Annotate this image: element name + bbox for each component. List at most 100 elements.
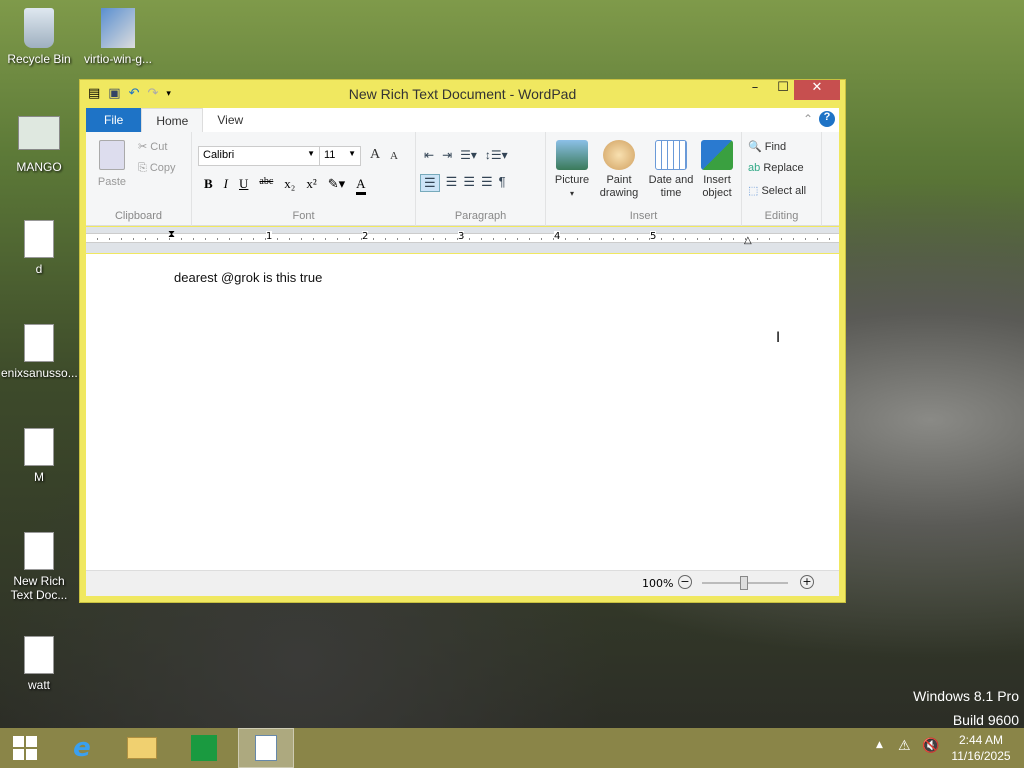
font-group: Calibri ▼ 11 ▼ A A B I U abc x₂ x² ✎▾ A Fo… (192, 132, 416, 226)
font-group-label: Font (292, 210, 315, 222)
taskbar-file-explorer[interactable] (114, 728, 170, 768)
font-family-select[interactable]: Calibri ▼ (198, 146, 320, 166)
align-right-icon[interactable]: ☰ (463, 174, 475, 192)
align-center-icon[interactable]: ☰ (446, 174, 458, 192)
zoom-level: 100% (642, 577, 674, 590)
zoom-slider[interactable] (702, 576, 788, 590)
windows-watermark: Windows 8.1 Pro Build 9600 (913, 688, 1019, 728)
document-icon (24, 428, 54, 466)
taskbar-internet-explorer[interactable]: e (54, 728, 110, 768)
select-all-icon: ⬚ (748, 185, 759, 197)
document-icon (24, 220, 54, 258)
collapse-ribbon-icon[interactable]: ⌃ (803, 112, 813, 126)
object-icon (701, 140, 733, 170)
italic-button[interactable]: I (224, 176, 228, 195)
ruler-mark: 1 (266, 231, 273, 242)
taskbar: e ▲ ⚠ 🔇 2:44 AM 11/16/2025 (0, 728, 1024, 768)
insert-object-button[interactable]: Insert object (694, 140, 740, 200)
strikethrough-button[interactable]: abc (259, 176, 273, 195)
taskbar-store[interactable] (176, 728, 232, 768)
taskbar-wordpad[interactable] (238, 728, 294, 768)
text-color-button[interactable]: A (356, 176, 366, 195)
zoom-slider-thumb[interactable] (740, 576, 748, 590)
desktop-icon-new-rich-text[interactable]: New Rich Text Doc... (1, 532, 77, 602)
highlight-icon[interactable]: ✎▾ (328, 176, 345, 195)
desktop-icon-watt[interactable]: watt (1, 636, 77, 692)
line-spacing-icon[interactable]: ↕☰▾ (485, 148, 508, 162)
zoom-in-button[interactable]: + (800, 575, 814, 589)
document-text[interactable]: dearest @grok is this true (174, 270, 322, 285)
desktop-icon-recycle-bin[interactable]: Recycle Bin (1, 8, 77, 66)
left-indent-marker[interactable]: ⧗ (168, 229, 175, 240)
clipboard-group: Paste ✂ Cut ⎘ Copy Clipboard (86, 132, 192, 226)
bullets-icon[interactable]: ☰▾ (460, 148, 477, 162)
paste-button[interactable]: Paste (94, 138, 130, 188)
ribbon: Paste ✂ Cut ⎘ Copy Clipboard Calibri ▼ 11… (86, 132, 839, 226)
grow-font-button[interactable]: A (370, 147, 380, 163)
editing-group-label: Editing (764, 210, 799, 222)
desktop-icon-virtio[interactable]: virtio-win-g... (80, 8, 156, 66)
minimize-button[interactable]: – (740, 80, 770, 100)
text-cursor-icon: I (776, 330, 781, 346)
copy-button[interactable]: ⎘ Copy (138, 162, 176, 175)
volume-muted-icon[interactable]: 🔇 (922, 738, 939, 754)
wordpad-icon (255, 735, 277, 761)
desktop-icon-enixsanusso[interactable]: enixsanusso... (1, 324, 78, 380)
calendar-icon (655, 140, 687, 170)
image-file-icon (18, 116, 60, 150)
shrink-font-button[interactable]: A (390, 150, 398, 162)
ruler[interactable]: 1 2 3 4 5 ⧗ △ (86, 227, 839, 253)
picture-icon (556, 140, 588, 170)
date-time-button[interactable]: Date and time (646, 140, 696, 200)
installer-icon (101, 8, 135, 48)
paragraph-group-label: Paragraph (454, 210, 507, 222)
desktop-icon-m[interactable]: M (1, 428, 77, 484)
document-area[interactable]: dearest @grok is this true I (86, 254, 839, 570)
window-title: New Rich Text Document - WordPad (348, 86, 577, 102)
align-left-icon[interactable]: ☰ (420, 174, 440, 192)
show-hidden-icons[interactable]: ▲ (876, 740, 883, 750)
tab-view[interactable]: View (203, 108, 257, 132)
wordpad-window: ▤ ▣ ↶ ↷ ▾ New Rich Text Document - WordP… (79, 79, 846, 603)
ribbon-tabs: File Home View ⌃ ? (86, 108, 839, 132)
rtf-document-icon (24, 532, 54, 570)
underline-button[interactable]: U (239, 176, 248, 195)
help-icon[interactable]: ? (819, 111, 835, 127)
internet-explorer-icon: e (73, 733, 91, 763)
justify-icon[interactable]: ☰ (481, 174, 493, 192)
zoom-out-button[interactable]: − (678, 575, 692, 589)
find-button[interactable]: 🔍 Find (748, 140, 786, 153)
superscript-button[interactable]: x² (306, 176, 316, 195)
decrease-indent-icon[interactable]: ⇤ (424, 148, 434, 162)
ruler-mark: 5 (650, 231, 657, 242)
ruler-mark: 4 (554, 231, 561, 242)
tab-home[interactable]: Home (141, 108, 204, 132)
clipboard-group-label: Clipboard (114, 210, 163, 222)
close-button[interactable]: ✕ (794, 80, 840, 100)
increase-indent-icon[interactable]: ⇥ (442, 148, 452, 162)
picture-button[interactable]: Picture ▾ (549, 140, 595, 200)
insert-group: Picture ▾ Paint drawing Date and time Ins… (546, 132, 742, 226)
folder-icon (127, 737, 157, 759)
title-bar[interactable]: ▤ ▣ ↶ ↷ ▾ New Rich Text Document - WordP… (80, 80, 845, 108)
select-all-button[interactable]: ⬚ Select all (748, 184, 806, 197)
desktop-icon-mango[interactable]: MANGO (1, 116, 77, 174)
bold-button[interactable]: B (204, 176, 213, 195)
paint-drawing-button[interactable]: Paint drawing (596, 140, 642, 200)
document-icon (24, 636, 54, 674)
desktop-icon-d[interactable]: d (1, 220, 77, 276)
right-indent-marker[interactable]: △ (744, 235, 752, 246)
network-warning-icon[interactable]: ⚠ (898, 738, 911, 754)
ruler-mark: 3 (458, 231, 465, 242)
clock[interactable]: 2:44 AM 11/16/2025 (946, 732, 1016, 764)
cut-button[interactable]: ✂ Cut (138, 140, 167, 153)
tab-file[interactable]: File (86, 108, 142, 132)
paragraph-settings-icon[interactable]: ¶ (499, 174, 506, 192)
start-button[interactable] (0, 728, 50, 768)
binoculars-icon: 🔍 (748, 141, 762, 153)
replace-button[interactable]: ab Replace (748, 162, 804, 174)
store-icon (191, 735, 217, 761)
subscript-button[interactable]: x₂ (284, 176, 295, 195)
font-size-select[interactable]: 11 ▼ (319, 146, 361, 166)
replace-icon: ab (748, 162, 761, 174)
